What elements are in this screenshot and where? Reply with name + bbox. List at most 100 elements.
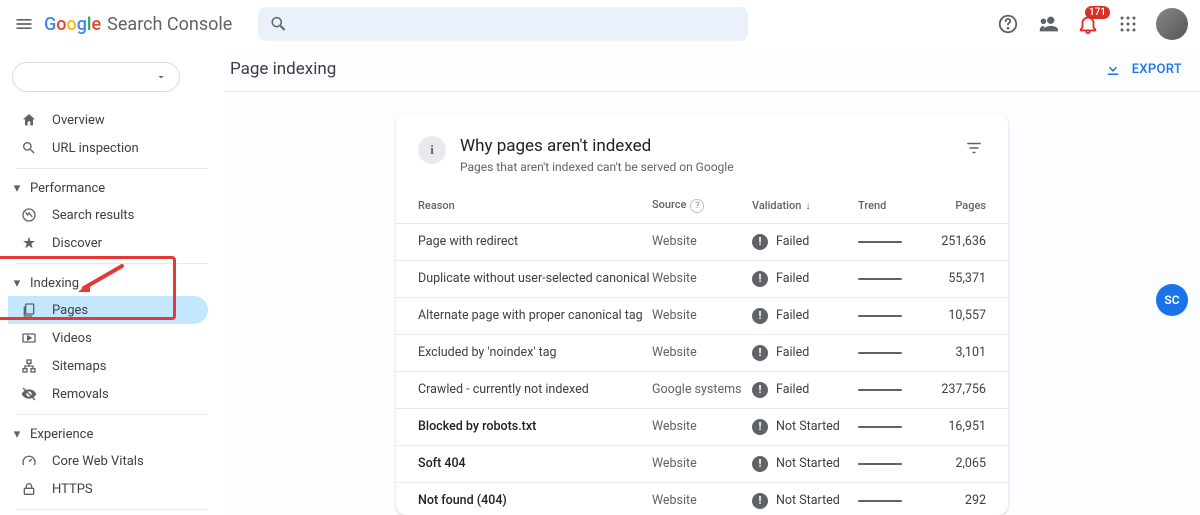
table-row[interactable]: Duplicate without user-selected canonica… (396, 260, 1008, 297)
search-icon (20, 140, 38, 156)
warning-icon: ! (752, 382, 768, 398)
table-row[interactable]: Soft 404Website!Not Started2,065 (396, 445, 1008, 482)
sparkline (858, 315, 902, 317)
sidebar-item-label: Pages (52, 303, 88, 318)
cell-pages: 251,636 (924, 223, 1008, 260)
cell-validation: !Failed (752, 334, 858, 371)
divider (16, 414, 208, 415)
hamburger-menu[interactable] (12, 12, 36, 36)
column-pages[interactable]: Pages (924, 188, 1008, 224)
sidebar-item-pages[interactable]: Pages (8, 296, 208, 324)
indexing-issues-card: i Why pages aren't indexed Pages that ar… (396, 114, 1008, 515)
sparkline (858, 463, 902, 465)
people-icon[interactable] (1036, 12, 1060, 36)
sidebar-section-performance[interactable]: ▾ Performance (8, 175, 208, 201)
sparkline (858, 389, 902, 391)
table-row[interactable]: Blocked by robots.txtWebsite!Not Started… (396, 408, 1008, 445)
sidebar-section-label: Experience (30, 427, 93, 442)
cell-reason: Excluded by 'noindex' tag (396, 334, 652, 371)
cell-trend (858, 297, 924, 334)
sidebar-item-discover[interactable]: Discover (8, 229, 208, 257)
cell-trend (858, 260, 924, 297)
search-input[interactable] (258, 7, 748, 41)
cell-source: Website (652, 260, 752, 297)
sidebar-item-label: Removals (52, 387, 109, 402)
column-trend[interactable]: Trend (858, 188, 924, 224)
sidebar-item-label: Overview (52, 113, 105, 128)
chart-icon (20, 207, 38, 223)
chevron-down-icon: ▾ (10, 427, 24, 442)
warning-icon: ! (752, 308, 768, 324)
cell-source: Website (652, 482, 752, 515)
cell-trend (858, 371, 924, 408)
sidebar-item-label: HTTPS (52, 482, 93, 497)
avatar[interactable] (1156, 8, 1188, 40)
cell-reason: Blocked by robots.txt (396, 408, 652, 445)
sidebar-item-core-web-vitals[interactable]: Core Web Vitals (8, 447, 208, 475)
google-logo: Google (44, 14, 101, 35)
divider (16, 168, 208, 169)
export-button[interactable]: EXPORT (1104, 60, 1182, 78)
cell-trend (858, 482, 924, 515)
divider (16, 509, 208, 510)
notifications-icon[interactable]: 171 (1076, 12, 1100, 36)
cell-trend (858, 334, 924, 371)
table-row[interactable]: Not found (404)Website!Not Started292 (396, 482, 1008, 515)
sidebar-item-url-inspection[interactable]: URL inspection (8, 134, 208, 162)
sparkline (858, 352, 902, 354)
chevron-down-icon: ▾ (10, 276, 24, 291)
sparkline (858, 500, 902, 502)
sitemap-icon (20, 358, 38, 374)
column-source[interactable]: Source? (652, 188, 752, 224)
sidebar-section-experience[interactable]: ▾ Experience (8, 421, 208, 447)
speed-icon (20, 453, 38, 469)
table-row[interactable]: Alternate page with proper canonical tag… (396, 297, 1008, 334)
warning-icon: ! (752, 456, 768, 472)
sidebar: Overview URL inspection ▾ Performance Se… (0, 48, 224, 515)
column-validation[interactable]: Validation↓ (752, 188, 858, 224)
sidebar-item-sitemaps[interactable]: Sitemaps (8, 352, 208, 380)
sidebar-section-indexing[interactable]: ▾ Indexing (8, 270, 208, 296)
cell-reason: Page with redirect (396, 223, 652, 260)
table-row[interactable]: Crawled - currently not indexedGoogle sy… (396, 371, 1008, 408)
notifications-count: 171 (1085, 6, 1110, 19)
star-icon (20, 235, 38, 251)
sidebar-item-search-results[interactable]: Search results (8, 201, 208, 229)
cell-pages: 2,065 (924, 445, 1008, 482)
cell-source: Website (652, 334, 752, 371)
cell-validation: !Failed (752, 260, 858, 297)
sidebar-item-label: Videos (52, 331, 92, 346)
cell-validation: !Not Started (752, 482, 858, 515)
apps-icon[interactable] (1116, 12, 1140, 36)
sidebar-section-label: Performance (30, 181, 105, 196)
table-row[interactable]: Excluded by 'noindex' tagWebsite!Failed3… (396, 334, 1008, 371)
warning-icon: ! (752, 345, 768, 361)
cell-validation: !Failed (752, 297, 858, 334)
sidebar-item-videos[interactable]: Videos (8, 324, 208, 352)
cell-pages: 16,951 (924, 408, 1008, 445)
help-icon[interactable]: ? (690, 199, 704, 213)
sidebar-item-removals[interactable]: Removals (8, 380, 208, 408)
table-row[interactable]: Page with redirectWebsite!Failed251,636 (396, 223, 1008, 260)
sidebar-item-label: Search results (52, 208, 134, 223)
sort-descending-icon: ↓ (805, 199, 811, 212)
info-icon: i (418, 136, 446, 164)
column-reason[interactable]: Reason (396, 188, 652, 224)
card-subtitle: Pages that aren't indexed can't be serve… (460, 160, 734, 174)
help-icon[interactable] (996, 12, 1020, 36)
sidebar-item-label: URL inspection (52, 141, 139, 156)
filter-icon[interactable] (962, 136, 986, 160)
search-icon (270, 15, 288, 33)
pages-icon (20, 302, 38, 318)
cell-reason: Soft 404 (396, 445, 652, 482)
cell-pages: 10,557 (924, 297, 1008, 334)
sidebar-item-overview[interactable]: Overview (8, 106, 208, 134)
video-icon (20, 330, 38, 346)
sidebar-item-https[interactable]: HTTPS (8, 475, 208, 503)
feedback-fab[interactable]: SC (1156, 284, 1188, 316)
cell-trend (858, 408, 924, 445)
home-icon (20, 112, 38, 128)
property-selector[interactable] (12, 62, 180, 92)
cell-trend (858, 223, 924, 260)
export-label: EXPORT (1132, 62, 1182, 77)
